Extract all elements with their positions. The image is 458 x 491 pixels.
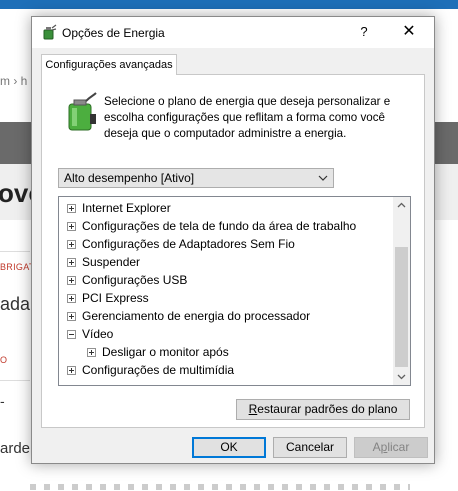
tree-item-label: Configurações de multimídia — [82, 363, 235, 377]
tree-scrollbar[interactable] — [393, 197, 410, 385]
tree-item-label: Internet Explorer — [82, 201, 171, 215]
expand-icon[interactable] — [67, 366, 76, 375]
dialog-titlebar[interactable]: Opções de Energia ? ✕ — [32, 17, 434, 48]
background-red-label: O — [0, 355, 8, 365]
background-top-bar — [0, 0, 458, 9]
chevron-down-icon — [318, 175, 328, 181]
apply-button: Aplicar — [354, 437, 428, 458]
cancel-button[interactable]: Cancelar — [273, 437, 347, 458]
accelerator-key: R — [248, 402, 258, 416]
background-divider — [0, 380, 30, 381]
battery-plug-icon — [68, 92, 97, 131]
tree-item-label: Vídeo — [82, 327, 114, 341]
expand-icon[interactable] — [67, 276, 76, 285]
expand-icon[interactable] — [67, 294, 76, 303]
tree-item-label: Configurações USB — [82, 273, 188, 287]
restore-defaults-label: estaurar padrões do plano — [257, 402, 398, 416]
background-breadcrumb: m › h — [0, 74, 28, 88]
tree-item-label: Gerenciamento de energia do processador — [82, 309, 311, 323]
help-button[interactable]: ? — [352, 21, 376, 43]
scrollbar-thumb[interactable] — [395, 247, 408, 367]
tab-advanced-settings[interactable]: Configurações avançadas — [41, 54, 177, 75]
panel-description: Selecione o plano de energia que deseja … — [104, 95, 391, 140]
advanced-settings-panel: Selecione o plano de energia que deseja … — [41, 74, 425, 428]
dialog-title: Opções de Energia — [62, 26, 165, 40]
background-required-label: BRIGAT — [0, 262, 35, 272]
tree-item-label: Configurações de tela de fundo da área d… — [82, 219, 357, 233]
expand-icon[interactable] — [67, 222, 76, 231]
tree-item-label: PCI Express — [82, 291, 149, 305]
expand-icon[interactable] — [87, 348, 96, 357]
scroll-down-arrow-icon[interactable] — [393, 368, 410, 385]
expand-icon[interactable] — [67, 312, 76, 321]
accelerator-key: p — [380, 440, 388, 454]
background-blurred-text — [30, 484, 410, 490]
expand-icon[interactable] — [67, 240, 76, 249]
power-options-icon — [43, 24, 57, 40]
ok-button[interactable]: OK — [192, 437, 266, 458]
background-text: arde, — [0, 440, 35, 457]
selected-plan-value: Alto desempenho [Ativo] — [64, 171, 195, 185]
background-divider — [0, 251, 30, 252]
tree-item-label: Configurações de Adaptadores Sem Fio — [82, 237, 295, 251]
power-options-dialog: Opções de Energia ? ✕ Configurações avan… — [31, 16, 435, 464]
background-text: ada — [0, 294, 31, 314]
expand-icon[interactable] — [67, 258, 76, 267]
restore-defaults-button[interactable]: Restaurar padrões do plano — [236, 399, 410, 420]
close-button[interactable]: ✕ — [392, 20, 426, 44]
tree-item-label: Desligar o monitor após — [102, 345, 229, 359]
scroll-up-arrow-icon[interactable] — [393, 197, 410, 214]
power-settings-tree[interactable]: Configurações de multimídia Desligar o mo… — [58, 196, 411, 386]
background-dash: - — [0, 393, 5, 409]
tree-item-label: Suspender — [82, 255, 141, 269]
power-plan-select[interactable]: Alto desempenho [Ativo] — [58, 168, 334, 188]
expand-icon[interactable] — [67, 204, 76, 213]
collapse-icon[interactable] — [67, 330, 76, 339]
